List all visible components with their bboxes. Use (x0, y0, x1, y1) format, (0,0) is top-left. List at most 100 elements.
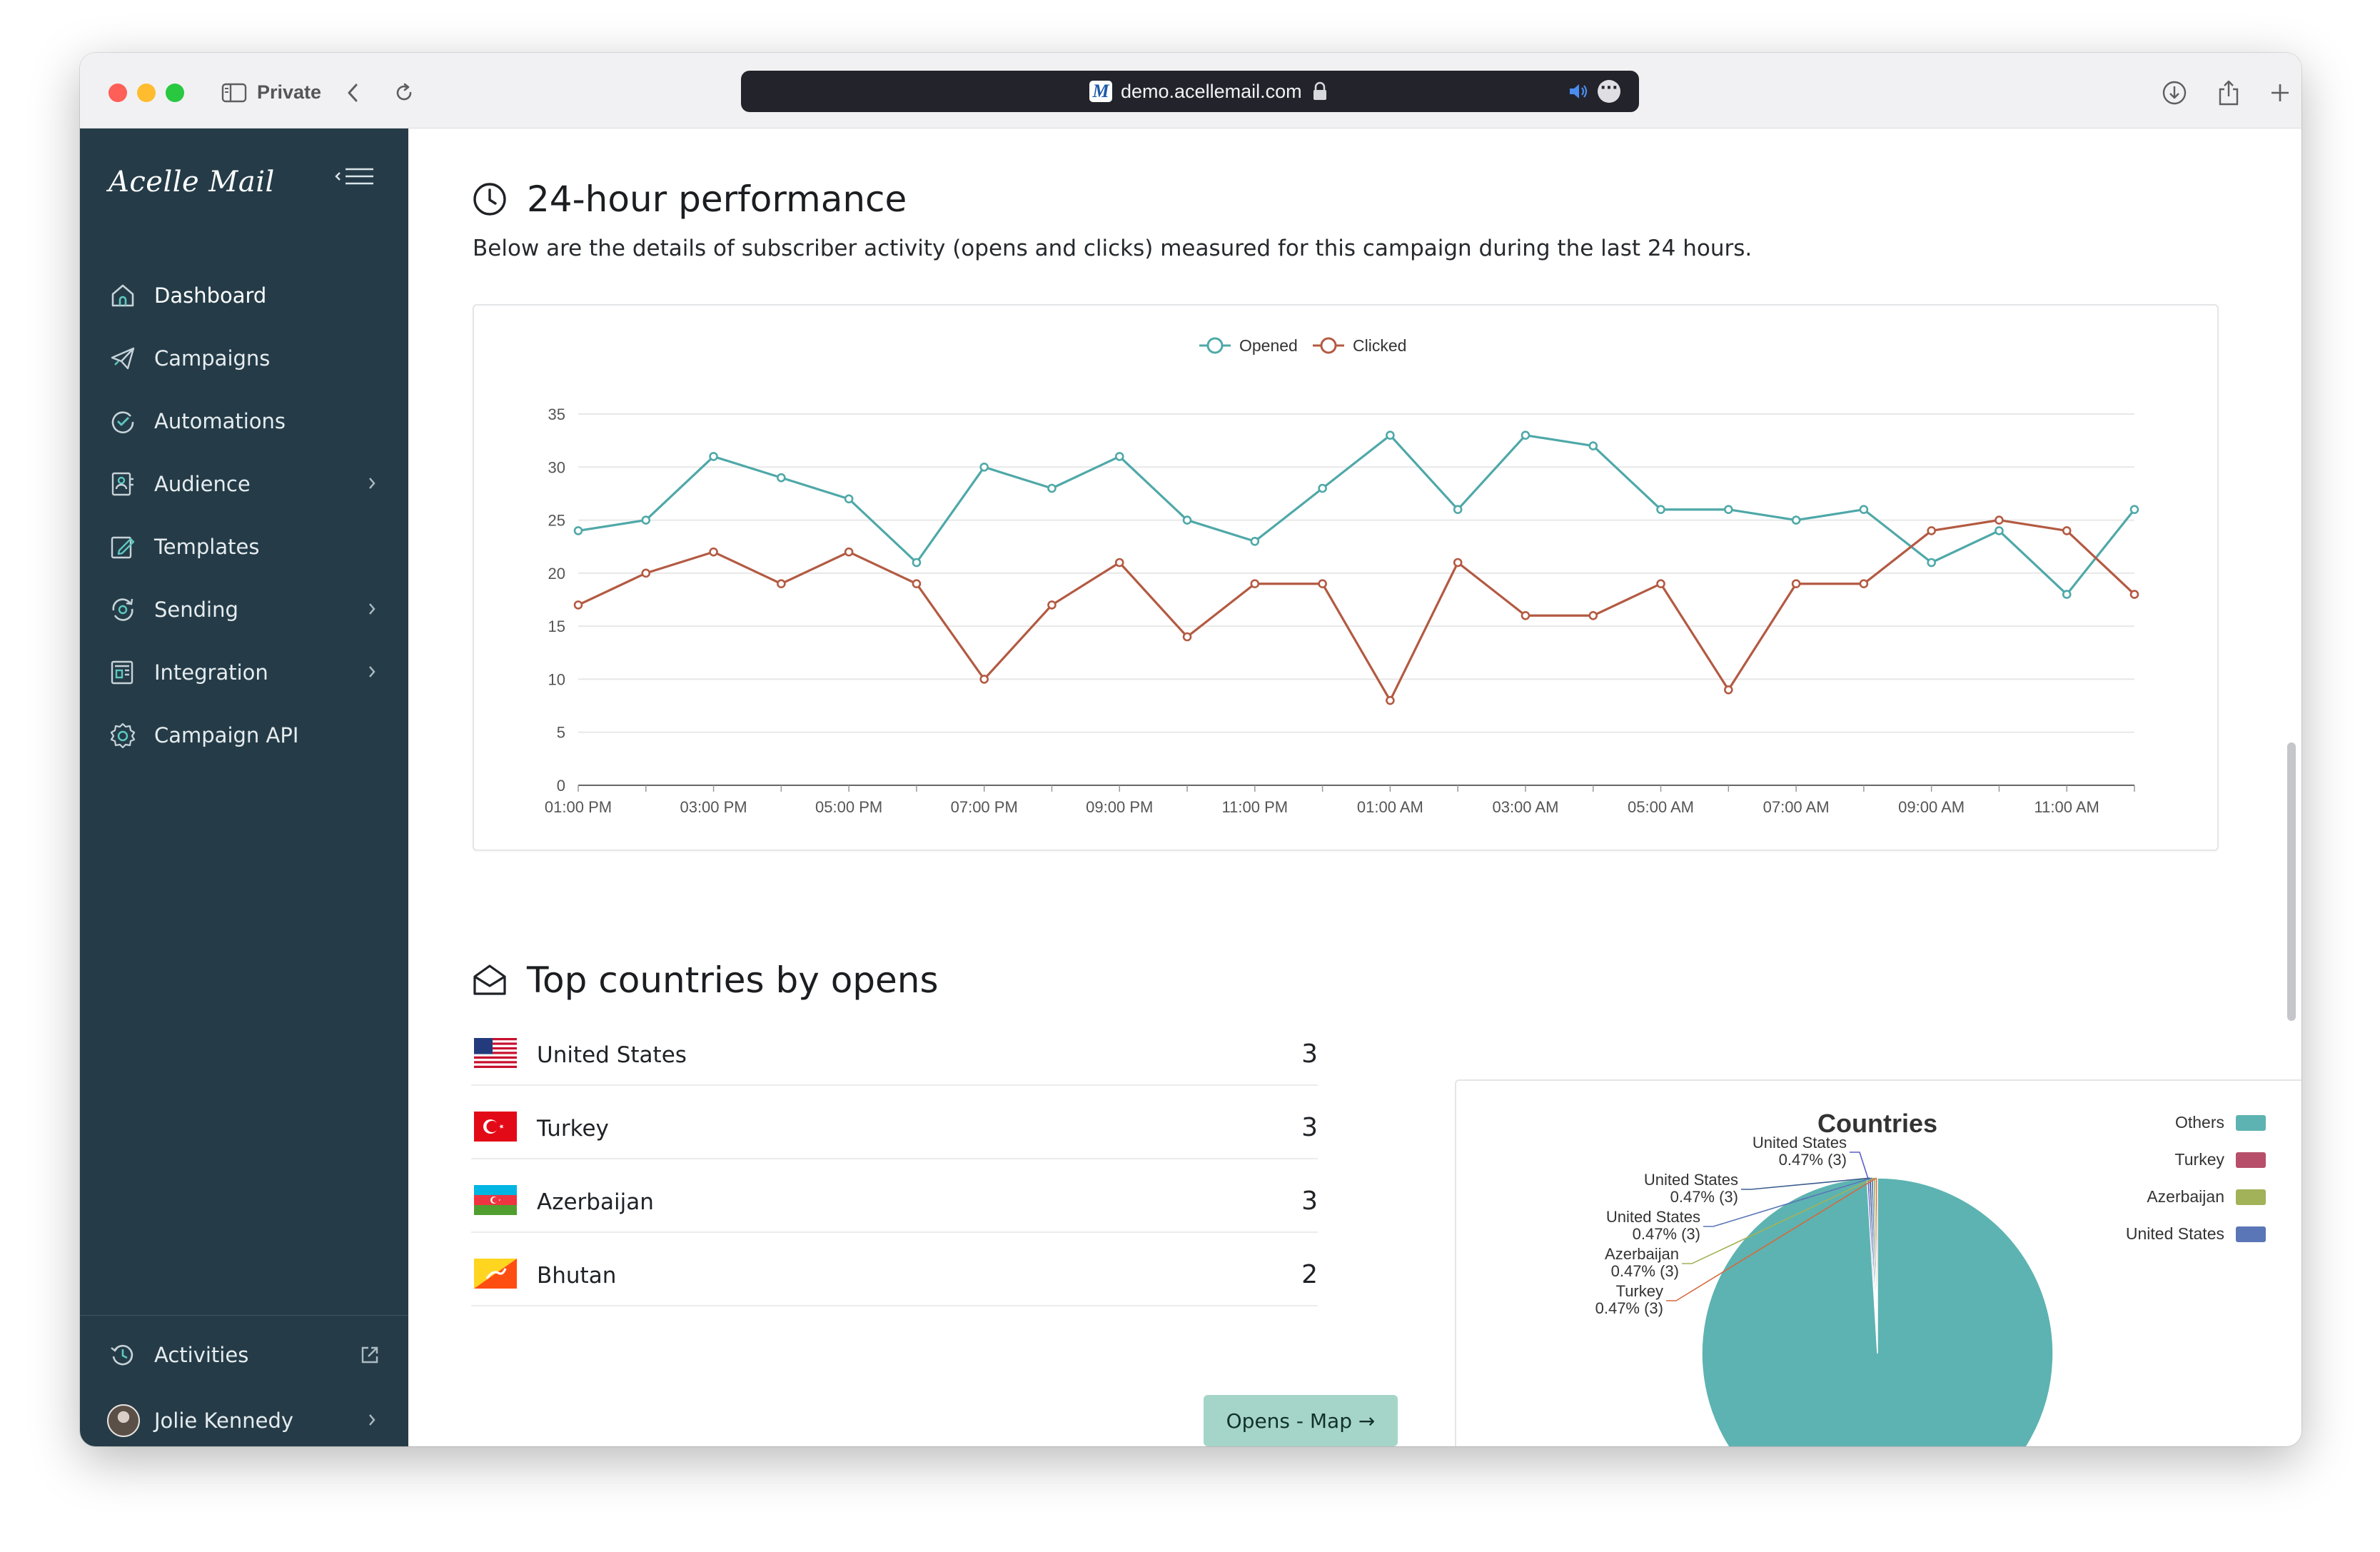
data-point (1588, 610, 1598, 620)
legend-swatch (2236, 1115, 2266, 1131)
address-bar[interactable]: M demo.acellemail.com ··· (741, 71, 1639, 112)
collapse-sidebar-icon[interactable] (334, 163, 377, 194)
legend-label: Clicked (1353, 336, 1406, 355)
data-point (573, 600, 583, 610)
pie-callout-name: United States (1644, 1171, 1738, 1189)
sidebar-item-integration[interactable]: Integration (80, 641, 408, 704)
data-point (1453, 505, 1463, 515)
sidebar-item-activities[interactable]: Activities (80, 1324, 408, 1386)
reload-icon[interactable] (390, 79, 418, 107)
data-point (573, 526, 583, 535)
close-window-button[interactable] (109, 84, 127, 102)
integration-icon (107, 657, 138, 688)
chevron-right-icon (367, 664, 377, 682)
share-icon[interactable] (2214, 79, 2243, 107)
data-point (641, 568, 651, 578)
legend-swatch (2236, 1189, 2266, 1205)
data-point (709, 452, 718, 461)
opens-map-button[interactable]: Opens - Map → (1204, 1395, 1398, 1446)
sidebar-item-sending[interactable]: Sending (80, 578, 408, 641)
audience-icon (107, 468, 138, 500)
x-tick-label: 03:00 PM (680, 798, 747, 816)
chevron-right-icon (367, 601, 377, 620)
sidebar-item-label: Audience (154, 472, 251, 496)
sidebar-item-label: Campaigns (154, 346, 271, 371)
performance-description: Below are the details of subscriber acti… (473, 236, 1753, 261)
maximize-window-button[interactable] (166, 84, 184, 102)
data-point (979, 462, 989, 472)
data-point (1182, 515, 1192, 525)
data-point (1791, 515, 1801, 525)
sidebar-item-dashboard[interactable]: Dashboard (80, 264, 408, 327)
y-tick-label: 5 (557, 724, 565, 742)
data-point (2062, 590, 2072, 599)
data-point (979, 675, 989, 684)
pie-callout-name: Turkey (1616, 1282, 1663, 1300)
sidebar-toggle-icon[interactable] (220, 79, 248, 107)
data-point (1927, 526, 1936, 535)
country-count: 3 (1301, 1186, 1318, 1216)
data-point (844, 547, 854, 557)
automation-icon (107, 405, 138, 437)
downloads-icon[interactable] (2160, 79, 2189, 107)
sidebar-item-templates[interactable]: Templates (80, 515, 408, 578)
data-point (1182, 632, 1192, 642)
sidebar-item-automations[interactable]: Automations (80, 390, 408, 453)
sidebar-item-audience[interactable]: Audience (80, 453, 408, 515)
x-tick-label: 11:00 PM (1222, 798, 1289, 816)
list-item: Azerbaijan 3 (471, 1159, 1318, 1233)
avatar (107, 1404, 140, 1437)
y-tick-label: 20 (548, 565, 565, 583)
chevron-right-icon (367, 1412, 377, 1431)
minimize-window-button[interactable] (137, 84, 156, 102)
performance-line-chart: 0 5 10 15 20 25 30 35 01:00 PM 03:00 PM 05:00 PM 07… (545, 336, 2139, 816)
speaker-icon[interactable] (1568, 81, 1589, 104)
country-count: 3 (1301, 1113, 1318, 1142)
x-tick-label: 03:00 AM (1492, 798, 1558, 816)
legend-label: Opened (1239, 336, 1298, 355)
external-link-icon (360, 1345, 380, 1368)
performance-chart-card: 0 5 10 15 20 25 30 35 01:00 PM 03:00 PM 05:00 PM 07… (473, 304, 2219, 851)
y-tick-label: 10 (548, 670, 565, 688)
sidebar-item-label: Sending (154, 598, 238, 622)
data-point (1250, 536, 1260, 546)
app-logo[interactable]: Acelle Mail (109, 166, 275, 198)
country-name: Bhutan (537, 1263, 617, 1289)
countries-pie-chart: CountriesTurkey0.47% (3)Azerbaijan0.47% … (1595, 1109, 2266, 1446)
data-point (1859, 505, 1869, 515)
list-item: United States 3 (471, 1012, 1318, 1086)
url-text: demo.acellemail.com (1121, 81, 1302, 102)
page-menu-icon[interactable]: ··· (1598, 80, 1620, 103)
data-point (1995, 515, 2004, 525)
x-tick-label: 09:00 PM (1086, 798, 1153, 816)
back-icon[interactable] (338, 79, 367, 107)
new-tab-icon[interactable] (2266, 79, 2294, 107)
site-favicon-icon: M (1089, 81, 1112, 102)
pie-callout-line (1850, 1152, 1869, 1179)
main-content: 24-hour performance Below are the detail… (408, 129, 2301, 1446)
legend-label: Others (2175, 1113, 2224, 1132)
private-label: Private (257, 81, 322, 103)
sidebar: Acelle Mail Dashboard Campaigns Automati… (80, 129, 408, 1446)
user-menu[interactable]: Jolie Kennedy (80, 1389, 408, 1446)
data-point (1859, 579, 1869, 589)
country-name: Turkey (537, 1116, 609, 1142)
country-count: 2 (1301, 1260, 1318, 1289)
data-point (1656, 505, 1665, 515)
countries-pie-card: Countries Turkey 0.47% (3) Azerbaijan 0.47% … (1455, 1079, 2301, 1446)
api-gear-icon (107, 720, 138, 751)
scrollbar-thumb[interactable] (2287, 742, 2296, 1021)
list-item: Turkey 3 (471, 1086, 1318, 1159)
legend-label: United States (2126, 1224, 2224, 1243)
pie-slice-others (1701, 1177, 2054, 1446)
sidebar-item-campaigns[interactable]: Campaigns (80, 327, 408, 390)
data-point (1995, 526, 2004, 535)
sidebar-item-label: Campaign API (154, 723, 299, 747)
sidebar-item-campaign-api[interactable]: Campaign API (80, 704, 408, 767)
pie-callout-value: 0.47% (3) (1670, 1188, 1738, 1206)
legend-label: Turkey (2175, 1150, 2225, 1169)
pie-callout-name: Azerbaijan (1605, 1245, 1679, 1263)
country-count: 3 (1301, 1039, 1318, 1069)
browser-window: Private M demo.acellemail.com ··· Acelle… (80, 53, 2301, 1446)
data-point (1386, 430, 1395, 440)
